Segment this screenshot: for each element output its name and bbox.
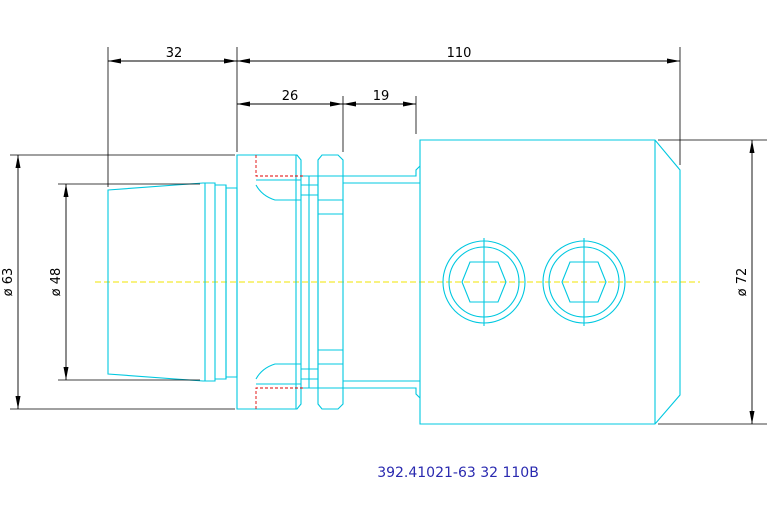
part-number: 392.41021-63 32 110B xyxy=(377,465,539,481)
dimension-19: 19 xyxy=(343,89,416,107)
technical-drawing: 32 110 26 19 ø 63 ø 48 ø 72 392.41021-63… xyxy=(1,46,767,481)
dim-label-dia-48: ø 48 xyxy=(49,268,64,297)
dimension-32: 32 xyxy=(108,46,237,64)
dim-label-19: 19 xyxy=(373,89,390,104)
dim-label-110: 110 xyxy=(447,46,472,61)
dim-label-32: 32 xyxy=(166,46,183,61)
dim-label-dia-72: ø 72 xyxy=(735,268,750,297)
dimension-dia-48: ø 48 xyxy=(49,184,69,380)
dimension-dia-72: ø 72 xyxy=(735,140,755,424)
dimension-110: 110 xyxy=(237,46,680,64)
dimension-dia-63: ø 63 xyxy=(1,155,21,409)
dim-label-26: 26 xyxy=(282,89,299,104)
dim-label-dia-63: ø 63 xyxy=(1,268,16,297)
dimension-26: 26 xyxy=(237,89,343,107)
